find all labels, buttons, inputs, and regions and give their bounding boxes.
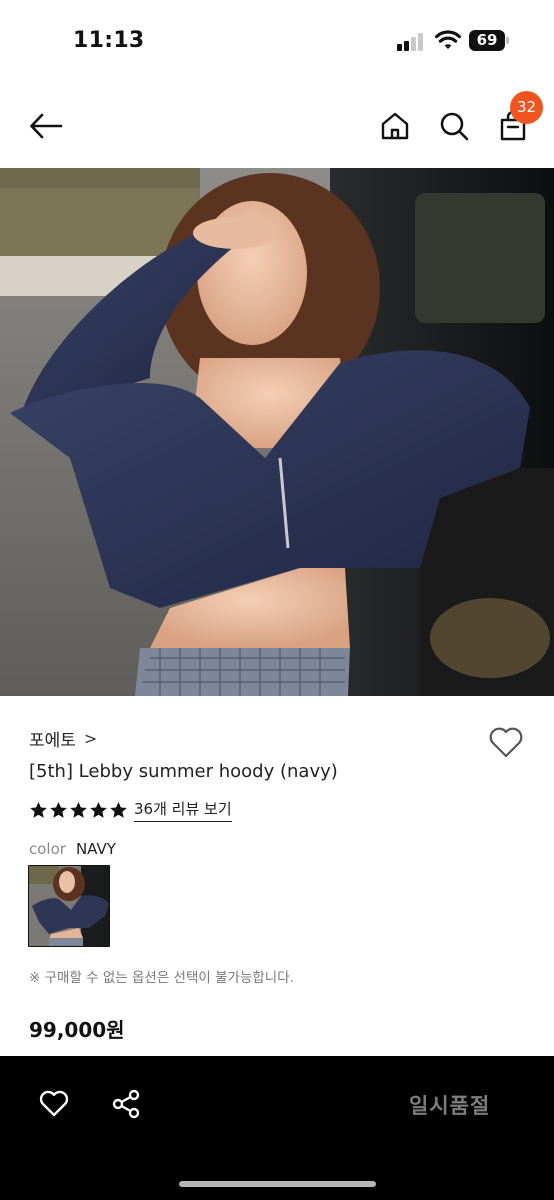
star-icon xyxy=(90,801,107,818)
cart-count-badge: 32 xyxy=(510,91,543,124)
brand-link[interactable]: 포에토 > xyxy=(29,726,97,751)
review-link[interactable]: 36개 리뷰 보기 xyxy=(134,798,232,822)
star-icon xyxy=(30,801,47,818)
status-time: 11:13 xyxy=(73,28,145,53)
home-button[interactable] xyxy=(375,106,415,146)
wifi-icon xyxy=(435,29,461,51)
top-navigation xyxy=(0,88,554,164)
home-indicator xyxy=(179,1181,376,1187)
rating-row: 36개 리뷰 보기 xyxy=(29,798,232,822)
home-icon xyxy=(381,112,409,140)
option-value: NAVY xyxy=(75,840,116,858)
product-price: 99,000원 xyxy=(29,1018,125,1042)
option-notice: ※ 구매할 수 없는 옵션은 선택이 불가능합니다. xyxy=(29,970,294,986)
share-icon xyxy=(112,1089,140,1119)
star-icon xyxy=(50,801,67,818)
battery-level: 69 xyxy=(476,31,498,49)
like-button[interactable] xyxy=(38,1088,70,1120)
status-bar: 11:13 69 xyxy=(0,0,554,80)
bottom-action-bar: 일시품절 xyxy=(0,1056,554,1200)
cellular-signal-icon xyxy=(397,33,425,51)
product-title: [5th] Lebby summer hoody (navy) xyxy=(29,761,338,782)
search-icon xyxy=(440,112,469,141)
search-button[interactable] xyxy=(434,106,474,146)
chevron-right-icon: > xyxy=(83,729,98,748)
brand-name: 포에토 xyxy=(29,731,76,751)
back-arrow-icon xyxy=(30,113,63,139)
soldout-button[interactable]: 일시품절 xyxy=(409,1090,490,1120)
star-icon xyxy=(110,801,127,818)
wishlist-button[interactable] xyxy=(487,724,525,760)
product-image[interactable] xyxy=(0,168,554,696)
share-button[interactable] xyxy=(110,1088,142,1120)
option-label: color xyxy=(29,840,66,858)
heart-icon xyxy=(489,727,523,758)
color-option-thumbnail[interactable] xyxy=(28,865,110,947)
star-icon xyxy=(70,801,87,818)
rating-stars xyxy=(29,801,128,820)
option-row: color NAVY xyxy=(29,840,116,858)
battery-icon: 69 xyxy=(469,30,509,51)
back-button[interactable] xyxy=(26,106,66,146)
heart-icon xyxy=(39,1090,69,1117)
